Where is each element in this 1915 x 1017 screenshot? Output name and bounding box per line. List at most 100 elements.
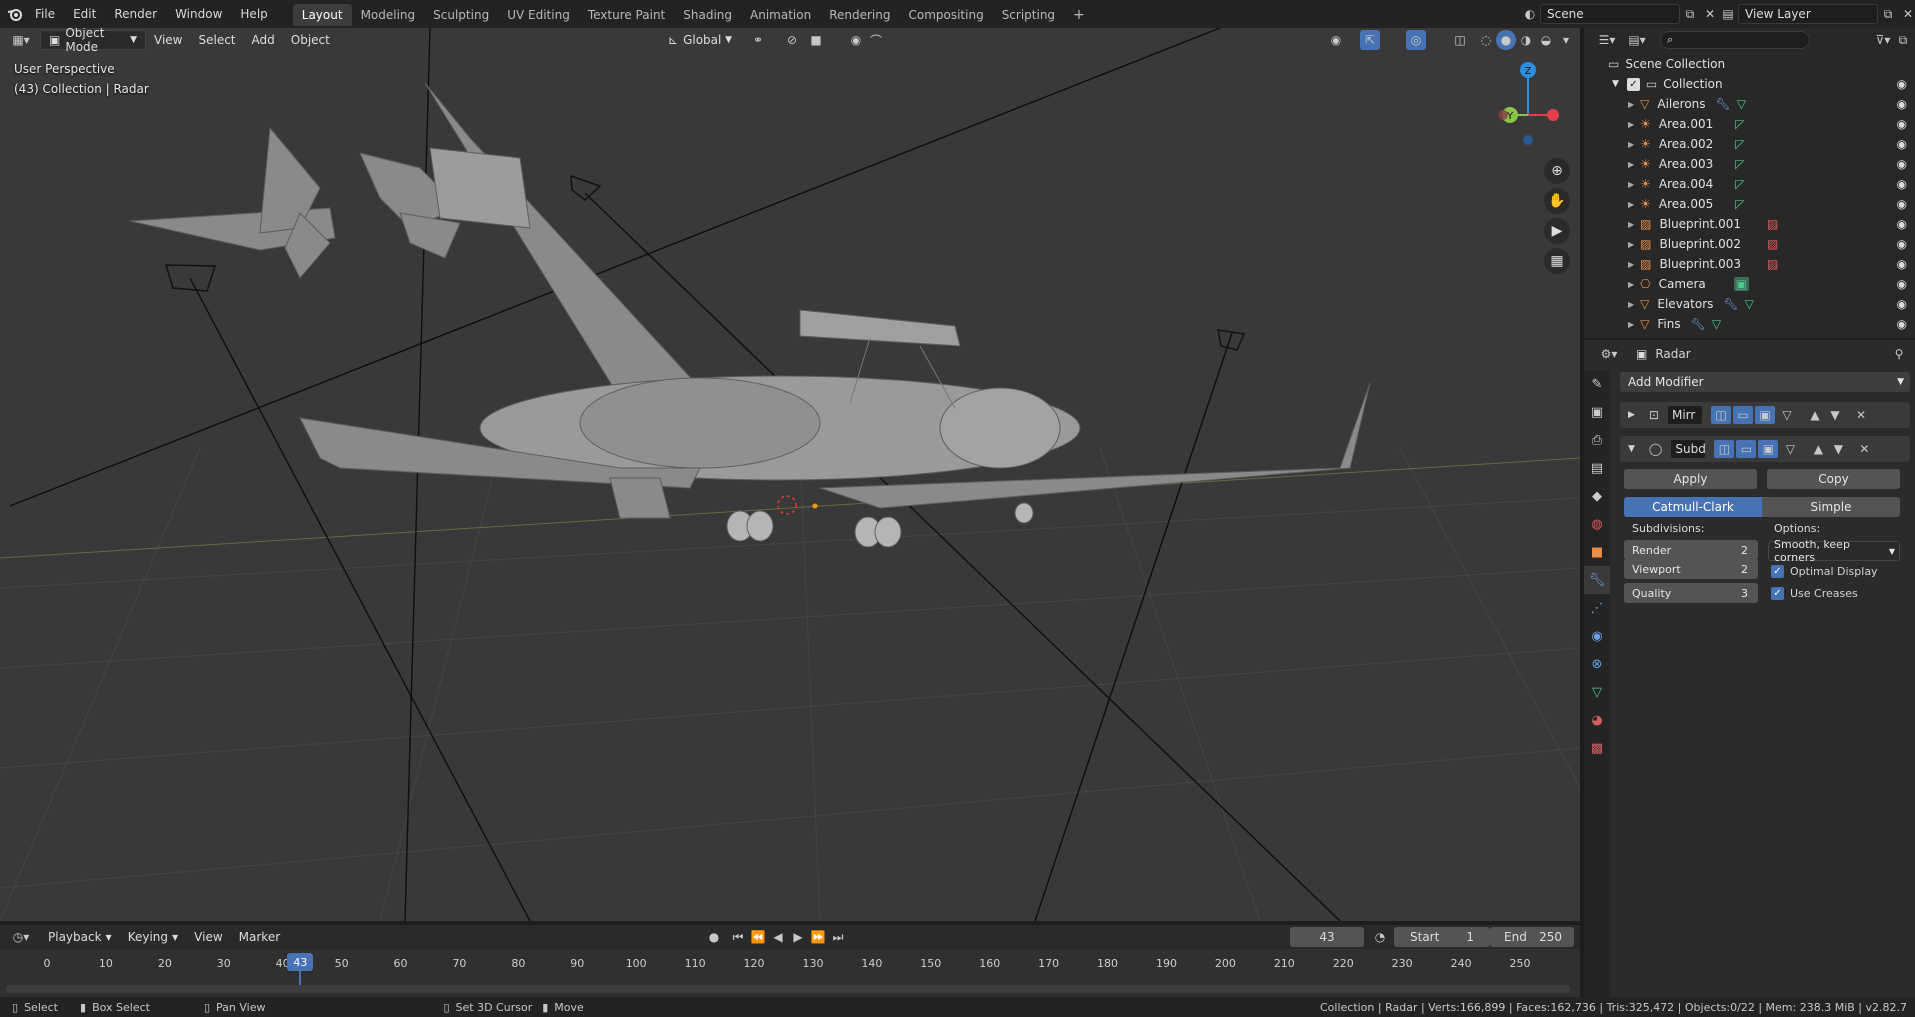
wireframe-shading-icon[interactable]: ◌: [1476, 30, 1496, 50]
chevron-right-icon[interactable]: ▶: [1628, 320, 1634, 329]
simple-toggle[interactable]: Simple: [1762, 497, 1900, 517]
realtime-icon[interactable]: ▭: [1732, 406, 1753, 424]
tab-layout[interactable]: Layout: [292, 4, 352, 26]
menu-window[interactable]: Window: [166, 0, 231, 28]
camera-data-icon[interactable]: ▣: [1733, 277, 1750, 291]
tab-rendering[interactable]: Rendering: [820, 4, 899, 26]
render-icon[interactable]: ▣: [1754, 406, 1775, 424]
record-icon[interactable]: ●: [704, 927, 724, 947]
snap-icon[interactable]: ⊘: [782, 30, 802, 50]
collection-row[interactable]: ▼ ✓ ▭ Collection ◉: [1584, 74, 1915, 94]
menu-add[interactable]: Add: [244, 30, 283, 50]
scene-tab-icon[interactable]: ◆: [1584, 482, 1610, 510]
mode-dropdown[interactable]: ▣ Object Mode ▼: [40, 28, 146, 54]
tab-modeling[interactable]: Modeling: [352, 4, 425, 26]
display-mode-icon[interactable]: ▤▾: [1624, 30, 1650, 50]
menu-help[interactable]: Help: [231, 0, 276, 28]
viewport-levels-field[interactable]: Viewport 2: [1624, 559, 1758, 579]
tab-scripting[interactable]: Scripting: [993, 4, 1064, 26]
light-data-icon[interactable]: ◸: [1735, 177, 1744, 191]
rendered-shading-icon[interactable]: ◒: [1536, 30, 1556, 50]
cage-icon[interactable]: ▽: [1777, 406, 1797, 424]
use-creases-checkbox[interactable]: ✓ Use Creases: [1771, 587, 1858, 600]
eye-icon[interactable]: ◉: [1897, 137, 1907, 151]
image-data-icon[interactable]: ▨: [1767, 257, 1778, 271]
object-tab-icon[interactable]: ■: [1584, 538, 1610, 566]
mesh-data-icon[interactable]: ▽: [1745, 297, 1754, 311]
move-down-icon[interactable]: ▼: [1825, 405, 1845, 425]
visibility-icon[interactable]: ◉: [1326, 30, 1346, 50]
view-layer-tab-icon[interactable]: ▤: [1584, 454, 1610, 482]
filter-icon[interactable]: ⊽▾: [1873, 30, 1893, 50]
eye-icon[interactable]: ◉: [1897, 77, 1907, 91]
3d-viewport[interactable]: ▦▾ ▣ Object Mode ▼ View Select Add Objec…: [0, 28, 1580, 921]
jump-start-icon[interactable]: ⏮: [728, 927, 748, 947]
mirror-modifier-name[interactable]: Mirr: [1666, 405, 1703, 425]
chevron-right-icon[interactable]: ▶: [1628, 410, 1635, 420]
menu-object[interactable]: Object: [283, 30, 338, 50]
current-frame-field[interactable]: 43: [1290, 927, 1364, 947]
particles-tab-icon[interactable]: ⋰: [1584, 594, 1610, 622]
outliner-item[interactable]: ▶ ☀ Area.001 ◸ ◉: [1584, 114, 1915, 134]
close-icon[interactable]: ✕: [1851, 405, 1871, 425]
chevron-right-icon[interactable]: ▶: [1628, 200, 1634, 209]
new-scene-icon[interactable]: ⧉: [1680, 4, 1700, 24]
move-down-icon[interactable]: ▼: [1828, 439, 1848, 459]
chevron-down-icon[interactable]: ▼: [1628, 444, 1635, 454]
image-data-icon[interactable]: ▨: [1767, 217, 1778, 231]
scene-icon[interactable]: ◐: [1520, 4, 1540, 24]
collection-checkbox[interactable]: ✓: [1626, 77, 1640, 91]
chevron-right-icon[interactable]: ▶: [1628, 180, 1634, 189]
eye-icon[interactable]: ◉: [1897, 177, 1907, 191]
delete-view-layer-icon[interactable]: ✕: [1898, 4, 1915, 24]
new-view-layer-icon[interactable]: ⧉: [1878, 4, 1898, 24]
data-tab-icon[interactable]: ▽: [1584, 678, 1610, 706]
chevron-right-icon[interactable]: ▶: [1628, 300, 1634, 309]
edit-mode-icon[interactable]: ◫: [1710, 406, 1731, 424]
material-shading-icon[interactable]: ◑: [1516, 30, 1536, 50]
zoom-icon[interactable]: ⊕: [1544, 158, 1570, 184]
eye-icon[interactable]: ◉: [1897, 217, 1907, 231]
pan-hand-icon[interactable]: ✋: [1544, 188, 1570, 214]
tab-texture-paint[interactable]: Texture Paint: [579, 4, 674, 26]
play-icon[interactable]: ▶: [788, 927, 808, 947]
optimal-display-checkbox[interactable]: ✓ Optimal Display: [1771, 565, 1878, 578]
playhead[interactable]: 43: [287, 953, 314, 971]
eye-icon[interactable]: ◉: [1897, 277, 1907, 291]
chevron-right-icon[interactable]: ▶: [1628, 140, 1634, 149]
physics-tab-icon[interactable]: ◉: [1584, 622, 1610, 650]
image-data-icon[interactable]: ▨: [1767, 237, 1778, 251]
tab-shading[interactable]: Shading: [674, 4, 741, 26]
tab-animation[interactable]: Animation: [741, 4, 820, 26]
menu-select[interactable]: Select: [190, 30, 243, 50]
scene-field[interactable]: Scene: [1540, 4, 1680, 24]
chevron-right-icon[interactable]: ▶: [1628, 260, 1634, 269]
navigation-gizmo[interactable]: Z Y: [1490, 58, 1566, 148]
menu-view[interactable]: View: [146, 30, 190, 50]
delete-scene-icon[interactable]: ✕: [1700, 4, 1720, 24]
outliner-item[interactable]: ▶ ▨ Blueprint.001 ▨ ◉: [1584, 214, 1915, 234]
grid-view-icon[interactable]: ▦: [1544, 248, 1570, 274]
edit-mode-icon[interactable]: ◫: [1714, 440, 1735, 458]
render-levels-field[interactable]: Render 2: [1624, 540, 1758, 560]
eye-icon[interactable]: ◉: [1897, 317, 1907, 331]
realtime-icon[interactable]: ▭: [1736, 440, 1757, 458]
solid-shading-icon[interactable]: ●: [1496, 30, 1516, 50]
outliner-item[interactable]: ▶ ▨ Blueprint.003 ▨ ◉: [1584, 254, 1915, 274]
eye-icon[interactable]: ◉: [1897, 197, 1907, 211]
keying-dropdown[interactable]: Keying ▼: [120, 927, 186, 947]
eye-icon[interactable]: ◉: [1897, 237, 1907, 251]
eye-icon[interactable]: ◉: [1897, 157, 1907, 171]
texture-tab-icon[interactable]: ▩: [1584, 734, 1610, 762]
eye-icon[interactable]: ◉: [1897, 117, 1907, 131]
mesh-data-icon[interactable]: ▽: [1737, 97, 1746, 111]
outliner-item[interactable]: ▶ ▨ Blueprint.002 ▨ ◉: [1584, 234, 1915, 254]
editor-type-icon[interactable]: ☰▾: [1594, 30, 1620, 50]
chevron-right-icon[interactable]: ▶: [1628, 240, 1634, 249]
chevron-right-icon[interactable]: ▶: [1628, 280, 1634, 289]
overlay-icon[interactable]: ◎: [1406, 30, 1426, 50]
next-keyframe-icon[interactable]: ⏩: [808, 927, 828, 947]
start-frame-field[interactable]: Start 1: [1394, 927, 1490, 947]
outliner-item[interactable]: ▶ ☀ Area.003 ◸ ◉: [1584, 154, 1915, 174]
menu-render[interactable]: Render: [105, 0, 166, 28]
